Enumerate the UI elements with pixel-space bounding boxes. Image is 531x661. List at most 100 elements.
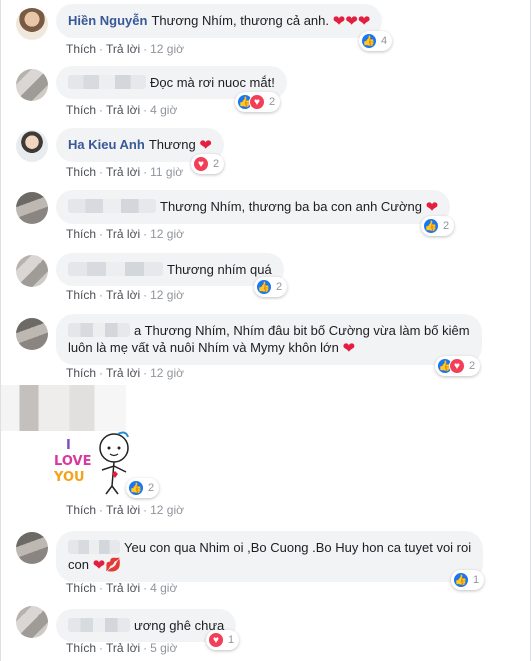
reaction-count: 2 <box>276 281 283 293</box>
separator: · <box>99 366 104 380</box>
avatar[interactable] <box>16 69 48 101</box>
timestamp[interactable]: 4 giờ <box>150 103 177 117</box>
redacted-name <box>68 75 146 89</box>
heart-emoji-icon: ❤ <box>342 340 356 357</box>
avatar[interactable] <box>16 130 48 162</box>
reaction-summary[interactable]: 👍 4 <box>359 31 393 51</box>
reaction-summary[interactable]: ♥ 1 <box>206 630 240 650</box>
comment-actions: Thích · Trả lời · 4 giờ <box>66 581 177 595</box>
reaction-count: 2 <box>469 360 476 372</box>
like-reaction-icon: 👍 <box>256 279 272 295</box>
separator: · <box>143 42 148 56</box>
separator: · <box>99 641 104 655</box>
kiss-emoji-icon: 💋 <box>105 557 122 572</box>
comment-bubble: Hiền Nguyễn Thương Nhím, thương cả anh. ❤… <box>56 4 383 38</box>
commenter-name[interactable]: Hiền Nguyễn <box>68 13 147 28</box>
comment-actions: Thích · Trả lời · 11 giờ <box>66 165 183 179</box>
reply-link[interactable]: Trả lời <box>106 103 140 117</box>
separator: · <box>143 503 148 517</box>
separator: · <box>143 581 148 595</box>
reply-link[interactable]: Trả lời <box>106 42 140 56</box>
timestamp[interactable]: 12 giờ <box>150 288 184 302</box>
reaction-count: 2 <box>269 96 276 108</box>
reply-link[interactable]: Trả lời <box>106 165 140 179</box>
reaction-count: 1 <box>228 634 235 646</box>
comments-panel: Hiền Nguyễn Thương Nhím, thương cả anh. ❤… <box>0 0 531 661</box>
avatar[interactable] <box>16 606 48 638</box>
separator: · <box>143 641 148 655</box>
separator: · <box>99 165 104 179</box>
reaction-summary[interactable]: 👍 2 <box>421 216 455 236</box>
like-link[interactable]: Thích <box>66 103 96 117</box>
avatar[interactable] <box>16 192 48 224</box>
separator: · <box>143 366 148 380</box>
timestamp[interactable]: 12 giờ <box>150 503 184 517</box>
timestamp[interactable]: 11 giờ <box>150 165 183 179</box>
avatar[interactable] <box>16 532 48 564</box>
love-reaction-icon: ♥ <box>249 94 265 110</box>
like-link[interactable]: Thích <box>66 42 96 56</box>
timestamp[interactable]: 12 giờ <box>150 42 184 56</box>
redacted-name <box>68 618 130 632</box>
like-link[interactable]: Thích <box>66 288 96 302</box>
love-reaction-icon: ♥ <box>449 358 465 374</box>
redacted-avatar-and-name <box>1 385 126 431</box>
reaction-summary[interactable]: 👍 2 <box>254 277 288 297</box>
redacted-name <box>68 199 156 213</box>
comment-actions: Thích · Trả lời · 12 giờ <box>66 42 184 56</box>
commenter-name[interactable]: Ha Kieu Anh <box>68 137 145 152</box>
reaction-summary[interactable]: ♥ 2 <box>191 154 225 174</box>
separator: · <box>99 581 104 595</box>
reaction-summary[interactable]: 👍 ♥ 2 <box>235 92 281 112</box>
comment-text: Thương <box>148 137 196 152</box>
comment-bubble: Thương nhím quá <box>56 253 284 286</box>
reply-link[interactable]: Trả lời <box>106 227 140 241</box>
reply-link[interactable]: Trả lời <box>106 641 140 655</box>
reply-link[interactable]: Trả lời <box>106 366 140 380</box>
reaction-summary[interactable]: 👍 2 <box>126 478 160 498</box>
avatar[interactable] <box>16 255 48 287</box>
like-link[interactable]: Thích <box>66 503 96 517</box>
like-link[interactable]: Thích <box>66 581 96 595</box>
like-reaction-icon: 👍 <box>423 218 439 234</box>
timestamp[interactable]: 4 giờ <box>150 581 177 595</box>
love-reaction-icon: ♥ <box>193 156 209 172</box>
redacted-name <box>68 540 120 554</box>
separator: · <box>99 503 104 517</box>
comment-text-line2: con <box>68 557 89 572</box>
like-link[interactable]: Thích <box>66 366 96 380</box>
reaction-summary[interactable]: 👍 1 <box>451 570 485 590</box>
timestamp[interactable]: 12 giờ <box>150 227 184 241</box>
like-reaction-icon: 👍 <box>128 480 144 496</box>
reply-link[interactable]: Trả lời <box>106 503 140 517</box>
avatar[interactable] <box>16 318 48 350</box>
redacted-name <box>68 323 130 337</box>
separator: · <box>143 103 148 117</box>
comment-actions: Thích · Trả lời · 12 giờ <box>66 503 184 517</box>
reaction-count: 2 <box>148 482 155 494</box>
like-reaction-icon: 👍 <box>361 33 377 49</box>
like-link[interactable]: Thích <box>66 227 96 241</box>
avatar[interactable] <box>16 8 48 40</box>
reaction-summary[interactable]: 👍 ♥ 2 <box>435 356 481 376</box>
comment-actions: Thích · Trả lời · 12 giờ <box>66 366 184 380</box>
comment-text: Thương nhím quá <box>167 262 272 277</box>
comment-actions: Thích · Trả lời · 12 giờ <box>66 227 184 241</box>
reply-link[interactable]: Trả lời <box>106 581 140 595</box>
redacted-name <box>68 262 163 276</box>
comment-actions: Thích · Trả lời · 4 giờ <box>66 103 177 117</box>
separator: · <box>99 103 104 117</box>
like-link[interactable]: Thích <box>66 641 96 655</box>
timestamp[interactable]: 5 giờ <box>150 641 177 655</box>
comment-text: a Thương Nhím, Nhím đâu bit bố Cường vừa… <box>134 323 470 338</box>
like-link[interactable]: Thích <box>66 165 96 179</box>
separator: · <box>99 42 104 56</box>
comment-text-line2: luôn là mẹ vất vả nuôi Nhím và Mymy khôn… <box>68 340 339 355</box>
timestamp[interactable]: 12 giờ <box>150 366 184 380</box>
comment-text: Đọc mà rơi nuoc mắt! <box>150 75 275 90</box>
comment-text: Yeu con qua Nhim oi ,Bo Cuong .Bo Huy ho… <box>124 540 472 555</box>
reply-link[interactable]: Trả lời <box>106 288 140 302</box>
comment-bubble: a Thương Nhím, Nhím đâu bit bố Cường vừa… <box>56 314 482 365</box>
separator: · <box>99 288 104 302</box>
love-reaction-icon: ♥ <box>208 632 224 648</box>
